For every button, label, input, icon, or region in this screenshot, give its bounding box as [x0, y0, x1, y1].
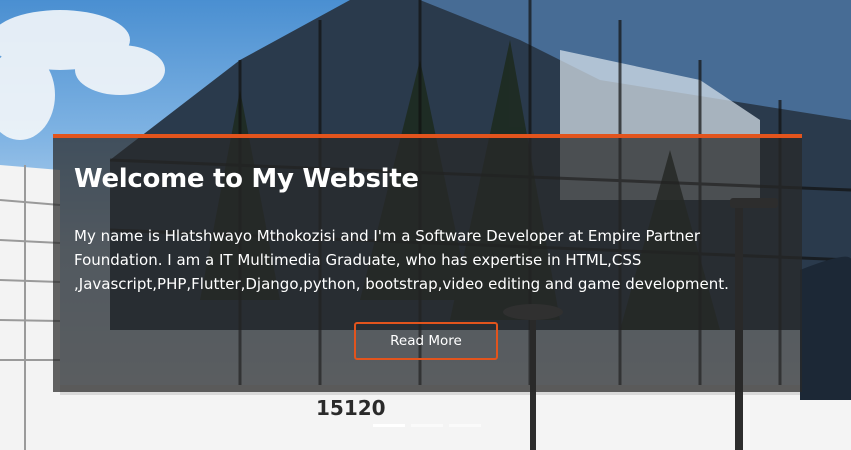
building-number: 15120 [316, 396, 386, 420]
page-title: Welcome to My Website [74, 164, 419, 194]
carousel-caption: Welcome to My Website My name is Hlatshw… [53, 134, 802, 392]
carousel-indicators [373, 424, 481, 427]
slide-indicator-2[interactable] [411, 424, 443, 427]
slide-indicator-3[interactable] [449, 424, 481, 427]
read-more-button[interactable]: Read More [354, 322, 498, 360]
intro-text: My name is Hlatshwayo Mthokozisi and I'm… [74, 227, 729, 293]
hero-carousel: 15120 Welcome to My Website My name is H… [0, 0, 851, 450]
slide-indicator-1[interactable] [373, 424, 405, 427]
